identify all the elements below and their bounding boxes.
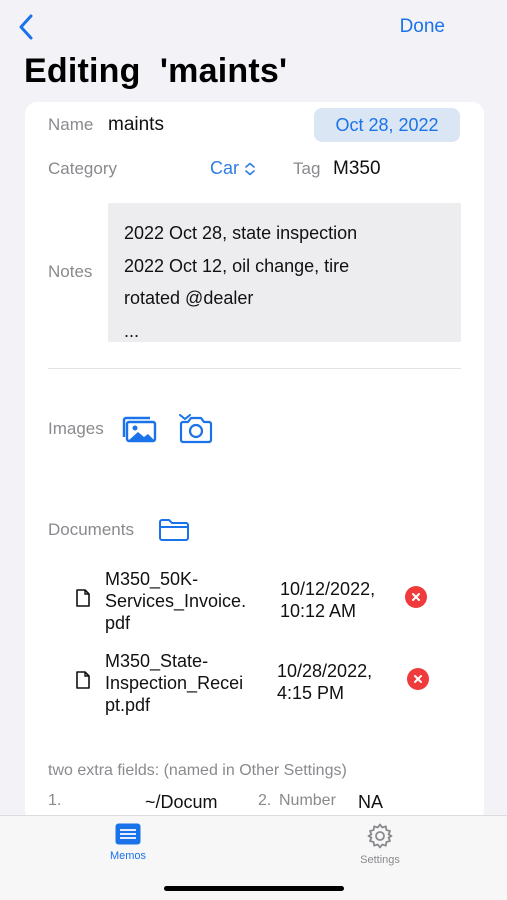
close-icon	[414, 675, 422, 683]
extra-field-2-index: 2.	[258, 792, 272, 809]
delete-document-button[interactable]	[407, 668, 429, 690]
document-row[interactable]: M350_50K- Services_Invoice. pdf 10/12/20…	[75, 568, 435, 634]
extra-fields-title: two extra fields: (named in Other Settin…	[48, 762, 347, 779]
memo-form-card: Name maints Oct 28, 2022 Category Car Ta…	[25, 102, 484, 822]
tab-label: Memos	[109, 850, 147, 862]
delete-document-button[interactable]	[405, 586, 427, 608]
notes-label: Notes	[48, 262, 93, 281]
document-name: M350_State- Inspection_Recei pt.pdf	[105, 650, 275, 716]
document-date-line: 10:12 AM	[280, 601, 357, 621]
photo-library-icon	[122, 416, 157, 443]
notes-line: rotated @dealer	[124, 288, 254, 308]
back-button[interactable]	[12, 12, 40, 42]
notes-line: 2022 Oct 12, oil change, tire	[124, 255, 350, 276]
document-row[interactable]: M350_State- Inspection_Recei pt.pdf 10/2…	[75, 650, 435, 716]
document-name-line: pdf	[105, 613, 131, 633]
date-picker-button[interactable]: Oct 28, 2022	[314, 108, 460, 142]
document-icon	[76, 589, 90, 607]
home-indicator	[164, 886, 344, 891]
extra-field-2-input[interactable]: NA	[358, 792, 383, 813]
category-picker[interactable]: Car	[210, 158, 256, 179]
document-icon	[76, 671, 90, 689]
navigation-bar: Done	[0, 0, 507, 56]
tag-label: Tag	[293, 159, 321, 178]
document-date: 10/12/2022, 10:12 AM	[280, 578, 375, 622]
done-button[interactable]: Done	[400, 16, 445, 38]
close-icon	[412, 593, 420, 601]
photo-library-button[interactable]	[122, 416, 158, 449]
document-name-line: Inspection_Recei	[105, 673, 244, 693]
tab-memos[interactable]: Memos	[68, 822, 188, 862]
tab-label: Settings	[360, 854, 400, 866]
camera-button[interactable]	[178, 414, 214, 449]
notes-line: 2022 Oct 28, state inspection	[124, 223, 358, 243]
images-label: Images	[48, 419, 104, 438]
tag-field[interactable]: M350	[333, 158, 381, 180]
document-name-line: pt.pdf	[105, 695, 151, 715]
section-divider	[48, 368, 461, 369]
document-date-line: 4:15 PM	[277, 683, 345, 703]
category-value: Car	[210, 158, 240, 178]
chevron-up-down-icon	[245, 162, 255, 175]
category-label: Category	[48, 159, 117, 178]
gear-icon	[367, 823, 393, 849]
name-label: Name	[48, 115, 94, 134]
page-title: Editing 'maints'	[24, 52, 288, 90]
documents-label: Documents	[48, 520, 134, 539]
document-date-line: 10/12/2022,	[280, 579, 376, 599]
document-name: M350_50K- Services_Invoice. pdf	[105, 568, 275, 634]
extra-field-1-input[interactable]: ~/Docum	[145, 792, 218, 813]
extra-field-1-index: 1.	[48, 792, 62, 809]
chevron-left-icon	[19, 14, 33, 40]
document-name-line: M350_50K-	[105, 569, 199, 589]
folder-icon	[159, 519, 189, 541]
tab-settings[interactable]: Settings	[320, 822, 440, 866]
notes-textarea[interactable]: 2022 Oct 28, state inspection 2022 Oct 1…	[108, 203, 461, 342]
extra-field-2-label: Number	[279, 792, 336, 809]
document-name-line: Services_Invoice.	[105, 591, 247, 611]
document-name-line: M350_State-	[105, 651, 209, 671]
add-document-button[interactable]	[158, 518, 190, 547]
camera-icon	[179, 414, 213, 444]
notes-line: ...	[124, 320, 140, 341]
document-date-line: 10/28/2022,	[277, 661, 373, 681]
memos-icon	[115, 823, 141, 845]
document-date: 10/28/2022, 4:15 PM	[277, 660, 372, 704]
name-field[interactable]: maints	[108, 114, 164, 136]
